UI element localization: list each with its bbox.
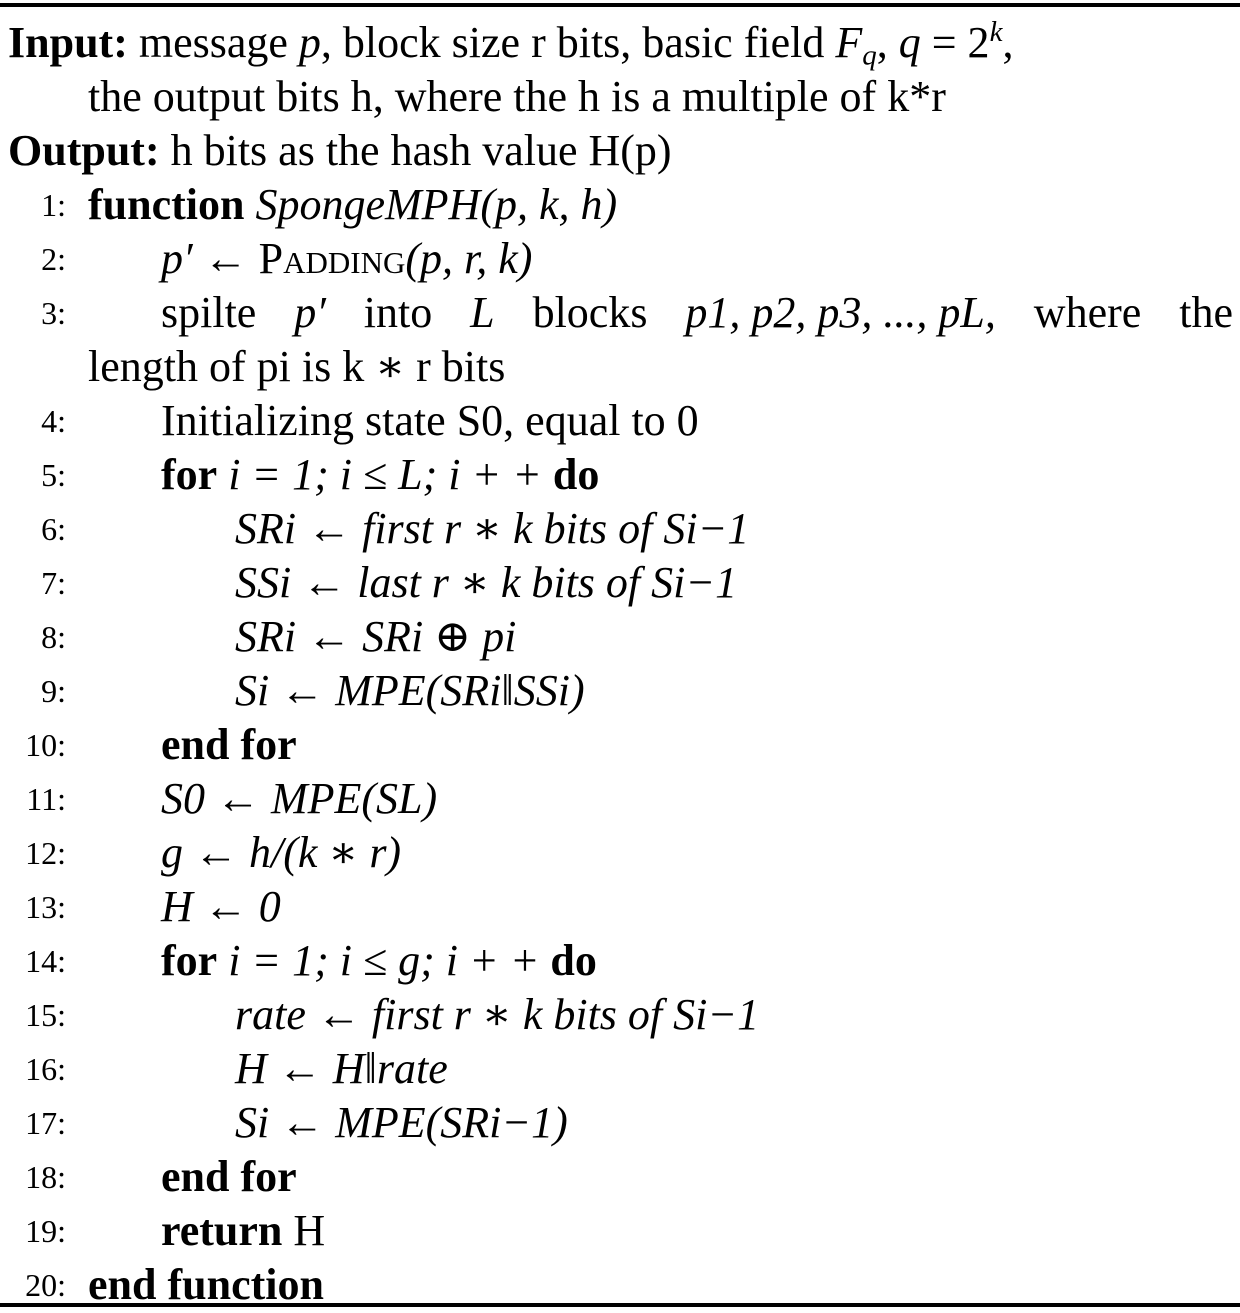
line-number: 3: xyxy=(41,295,66,331)
word: p1, p2, p3, ..., pL, xyxy=(685,288,996,337)
statement: Si ← MPE(SRi−1) xyxy=(235,1098,568,1147)
statement: (p, r, k) xyxy=(405,234,533,283)
statement: SRi ← SRi ⊕ pi xyxy=(235,612,517,661)
line-number: 12: xyxy=(25,835,66,871)
statement: p′ ← xyxy=(161,234,259,283)
keyword: do xyxy=(552,450,600,499)
line-number: 18: xyxy=(25,1159,66,1195)
word: into xyxy=(363,288,433,337)
input-text: message xyxy=(138,18,299,67)
line-number: 9: xyxy=(41,673,66,709)
statement: rate ← first r ∗ k bits of Si−1 xyxy=(235,990,760,1039)
statement: Initializing state S0, equal to 0 xyxy=(161,396,699,445)
line-number: 10: xyxy=(25,727,66,763)
keyword: function xyxy=(88,180,245,229)
line-number: 7: xyxy=(41,565,66,601)
procedure-name: Padding xyxy=(258,234,406,283)
line-number: 19: xyxy=(25,1213,66,1249)
word: p′ xyxy=(294,288,326,337)
line-number: 15: xyxy=(25,997,66,1033)
input-var-q: q xyxy=(898,18,921,67)
input-sup-k: k xyxy=(989,16,1003,49)
statement: g ← h/(k ∗ r) xyxy=(161,828,402,877)
input-text: = 2 xyxy=(920,18,990,67)
input-label: Input: xyxy=(8,18,128,67)
line-number: 14: xyxy=(25,943,66,979)
line-number: 13: xyxy=(25,889,66,925)
keyword: return xyxy=(161,1206,283,1255)
keyword: end for xyxy=(161,1152,297,1201)
line-number: 8: xyxy=(41,619,66,655)
line-number: 1: xyxy=(41,187,66,223)
statement: SRi ← first r ∗ k bits of Si−1 xyxy=(235,504,750,553)
statement: i = 1; i ≤ L; i + + xyxy=(228,450,542,499)
input-sub-q: q xyxy=(862,39,877,72)
word: spilte xyxy=(161,288,257,337)
input-cont-text: the output bits h, where the h is a mult… xyxy=(88,72,946,121)
output-label: Output: xyxy=(8,126,160,175)
line-number: 2: xyxy=(41,241,66,277)
line-number: 17: xyxy=(25,1105,66,1141)
line-number: 11: xyxy=(26,781,66,817)
line-number: 16: xyxy=(25,1051,66,1087)
statement: i = 1; i ≤ g; i + + xyxy=(228,936,540,985)
input-text: , xyxy=(1002,18,1014,67)
statement: SSi ← last r ∗ k bits of Si−1 xyxy=(235,558,738,607)
keyword: for xyxy=(161,936,218,985)
keyword: end for xyxy=(161,720,297,769)
input-var-F: F xyxy=(835,18,863,67)
statement: H ← 0 xyxy=(161,882,281,931)
line-number: 5: xyxy=(41,457,66,493)
statement: length of pi is k ∗ r bits xyxy=(88,342,506,391)
statement: Si ← MPE(SRi‖SSi) xyxy=(235,666,585,715)
word: where xyxy=(1033,288,1142,337)
line-number: 6: xyxy=(41,511,66,547)
statement: SpongeMPH(p, k, h) xyxy=(255,180,618,229)
statement: H xyxy=(293,1206,326,1255)
word: blocks xyxy=(532,288,648,337)
keyword: for xyxy=(161,450,218,499)
statement: S0 ← MPE(SL) xyxy=(161,774,438,823)
bottom-rule xyxy=(0,1303,1240,1307)
word: the xyxy=(1179,288,1233,337)
input-text: , block size r bits, basic field xyxy=(320,18,836,67)
line-number: 4: xyxy=(41,403,66,439)
input-text: , xyxy=(876,18,899,67)
input-var-p: p xyxy=(298,18,321,67)
output-text: h bits as the hash value H(p) xyxy=(170,126,672,175)
statement: H ← H‖rate xyxy=(235,1044,448,1093)
word: L xyxy=(470,288,495,337)
keyword: do xyxy=(550,936,597,985)
top-rule xyxy=(0,3,1240,7)
